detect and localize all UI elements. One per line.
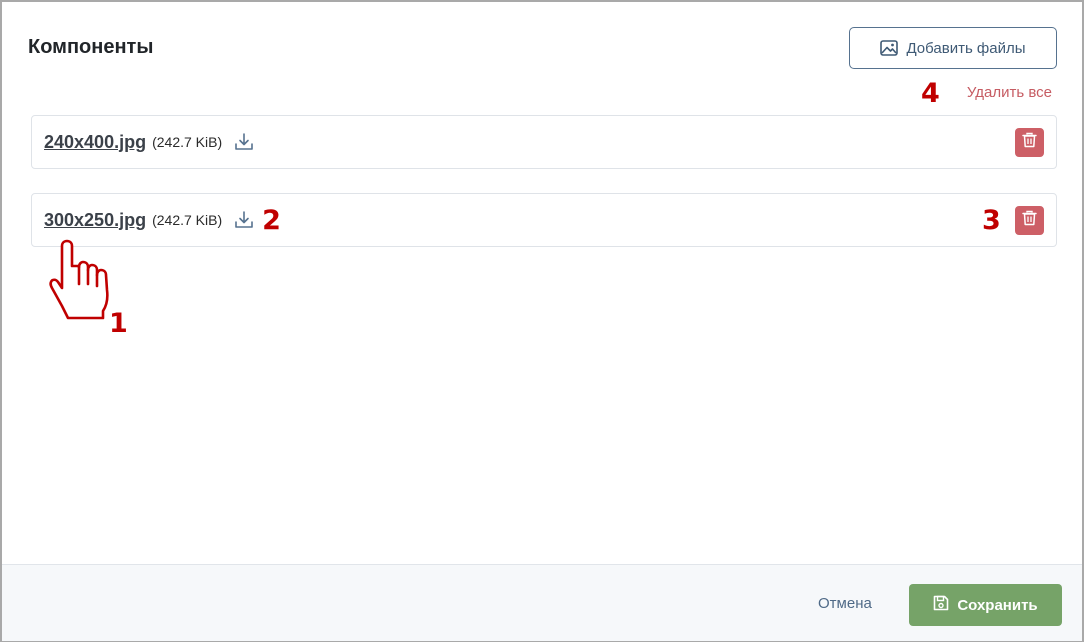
trash-icon [1022, 132, 1037, 153]
image-icon [880, 40, 899, 56]
download-icon[interactable] [234, 211, 254, 229]
download-icon[interactable] [234, 133, 254, 151]
add-files-button[interactable]: Добавить файлы [849, 27, 1057, 69]
file-size: (242.7 KiB) [152, 134, 223, 150]
delete-file-button[interactable] [1015, 128, 1044, 157]
save-label: Сохранить [957, 596, 1038, 614]
delete-all-link[interactable]: Удалить все [967, 84, 1052, 101]
file-row: 240x400.jpg (242.7 KiB) [31, 115, 1057, 169]
file-name-link[interactable]: 300x250.jpg [44, 210, 146, 231]
trash-icon [1022, 210, 1037, 231]
annotation-marker-4: 4 [921, 78, 940, 109]
save-button[interactable]: Сохранить [909, 584, 1062, 626]
modal-title: Компоненты [28, 36, 154, 58]
modal-footer: Отмена Сохранить [2, 564, 1082, 641]
cancel-button[interactable]: Отмена [818, 595, 872, 612]
annotation-marker-2: 2 [262, 204, 281, 236]
modal-dialog: Компоненты Добавить файлы 4 Удалить все … [0, 0, 1084, 642]
file-size: (242.7 KiB) [152, 212, 223, 228]
add-files-label: Добавить файлы [906, 39, 1026, 57]
file-name-link[interactable]: 240x400.jpg [44, 132, 146, 153]
annotation-marker-1: 1 [109, 308, 128, 339]
hand-pointer-icon [48, 238, 112, 329]
floppy-disk-icon [933, 595, 949, 615]
delete-file-button[interactable] [1015, 206, 1044, 235]
annotation-marker-3: 3 [982, 205, 1001, 236]
file-row: 300x250.jpg (242.7 KiB) 2 3 [31, 193, 1057, 247]
